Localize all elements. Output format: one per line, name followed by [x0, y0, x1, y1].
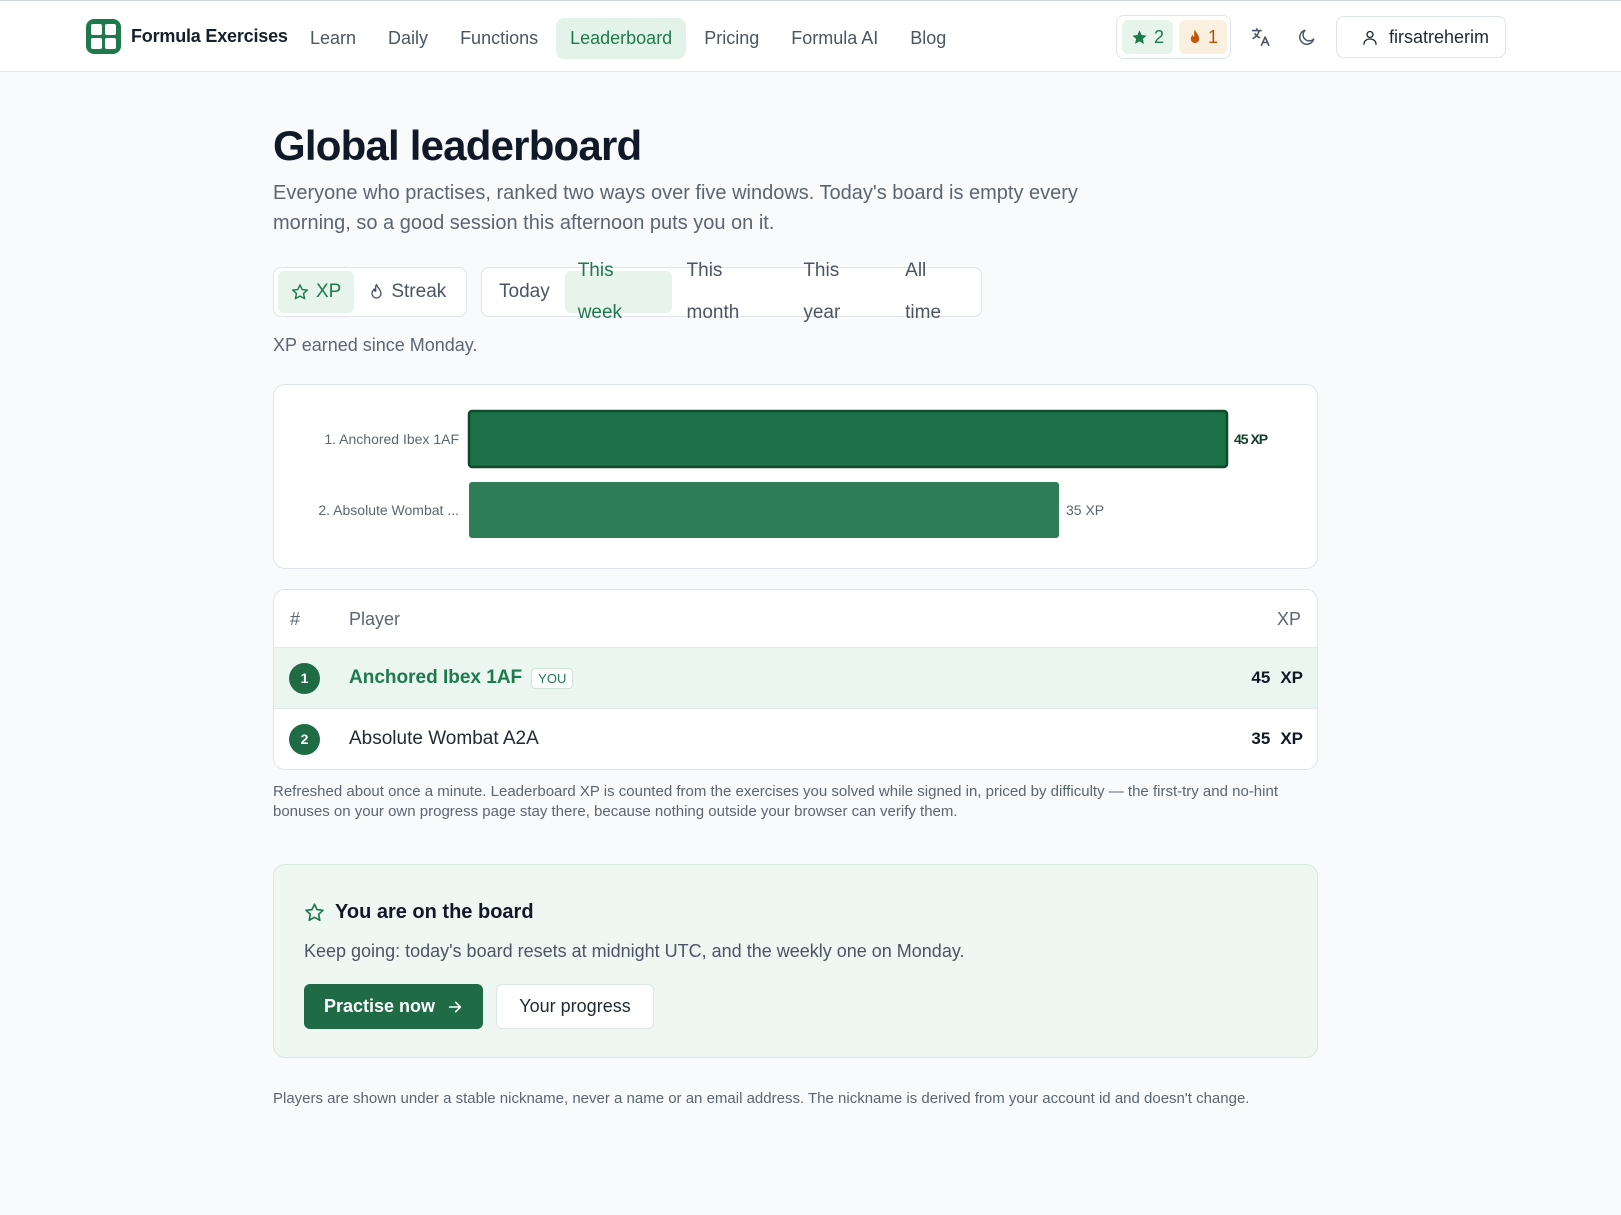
- flame-outline-icon: [371, 283, 383, 299]
- window-caption: XP earned since Monday.: [273, 335, 478, 355]
- tab-streak[interactable]: Streak: [356, 271, 459, 313]
- tab-xp[interactable]: XP: [278, 271, 355, 313]
- nav-leaderboard[interactable]: Leaderboard: [556, 18, 687, 59]
- xp-unit: XP: [1280, 729, 1303, 748]
- star-outline-icon: [305, 903, 324, 922]
- xp-count: 2: [1154, 26, 1165, 47]
- user-icon: [1363, 30, 1377, 45]
- player-name: Absolute Wombat A2A: [349, 728, 539, 749]
- leaderboard-table: # Player XP 1 Anchored Ibex 1AF YOU 45 X…: [273, 589, 1318, 770]
- user-menu-button[interactable]: firsatreherim: [1336, 16, 1506, 58]
- tab-this-month[interactable]: This month: [674, 260, 789, 323]
- header-rank: #: [290, 609, 301, 629]
- xp-cell: 45 XP: [1251, 668, 1303, 688]
- nav-blog[interactable]: Blog: [896, 18, 960, 59]
- tab-streak-label: Streak: [391, 281, 447, 302]
- tab-this-week[interactable]: This week: [564, 260, 672, 323]
- you-badge: YOU: [531, 667, 574, 689]
- practise-now-label: Practise now: [323, 996, 436, 1016]
- bar-value-label: 35 XP: [1066, 502, 1104, 518]
- xp-cell: 35 XP: [1251, 729, 1303, 749]
- rank-badge: 2: [289, 724, 320, 755]
- chart-bar: [469, 482, 1059, 538]
- arrow-right-icon: [448, 1001, 462, 1012]
- xp-value: 45: [1251, 668, 1271, 687]
- nav-functions[interactable]: Functions: [446, 18, 552, 59]
- grid-logo-icon: [86, 19, 121, 54]
- streak-stat: 1: [1179, 20, 1228, 54]
- tab-xp-label: XP: [316, 281, 342, 302]
- tab-all-time[interactable]: All time: [892, 260, 977, 323]
- brand-link[interactable]: Formula Exercises: [86, 19, 288, 54]
- user-stats[interactable]: 2 1: [1116, 15, 1231, 59]
- star-icon: [1132, 29, 1147, 44]
- table-row: 2 Absolute Wombat A2A 35 XP: [274, 709, 1317, 769]
- page-intro: Everyone who practises, ranked two ways …: [273, 182, 1078, 234]
- bar-value-label: 45 XP: [1234, 431, 1268, 447]
- theme-toggle-button[interactable]: [1291, 21, 1323, 53]
- tab-today[interactable]: Today: [486, 271, 563, 313]
- player-name: Anchored Ibex 1AF: [349, 667, 523, 688]
- top-navbar: Formula Exercises Learn Daily Functions …: [0, 0, 1621, 72]
- xp-value: 35: [1251, 729, 1271, 748]
- language-button[interactable]: [1245, 21, 1277, 53]
- leaderboard-chart: 1. Anchored Ibex 1AF 45 XP 2. Absolute Wom…: [273, 384, 1318, 569]
- rank-badge: 1: [289, 663, 320, 694]
- streak-count: 1: [1208, 26, 1219, 47]
- star-outline-icon: [292, 284, 308, 300]
- player-cell: Absolute Wombat A2A: [349, 728, 539, 750]
- nav-formula-ai[interactable]: Formula AI: [777, 18, 892, 59]
- table-row: 1 Anchored Ibex 1AF YOU 45 XP: [274, 648, 1317, 709]
- brand-name: Formula Exercises: [131, 26, 288, 46]
- board-card-title: You are on the board: [304, 901, 534, 924]
- xp-stat: 2: [1122, 20, 1174, 54]
- nav-pricing[interactable]: Pricing: [690, 18, 773, 59]
- player-cell: Anchored Ibex 1AF YOU: [349, 667, 574, 689]
- main-nav: Learn Daily Functions Leaderboard Pricin…: [296, 18, 960, 59]
- on-board-card: You are on the board Keep going: today's…: [273, 864, 1318, 1058]
- window-toggle: Today This week This month This year All…: [481, 260, 982, 323]
- tab-this-year[interactable]: This year: [790, 260, 890, 323]
- bar-chart: 1. Anchored Ibex 1AF 45 XP 2. Absolute Wom…: [318, 409, 1269, 538]
- table-header: # Player XP: [274, 590, 1317, 648]
- your-progress-button[interactable]: Your progress: [496, 984, 654, 1029]
- translate-icon: [1251, 27, 1270, 47]
- moon-icon: [1299, 29, 1315, 45]
- practise-now-button[interactable]: Practise now: [304, 984, 483, 1029]
- flame-icon: [1190, 29, 1200, 43]
- metric-toggle: XP Streak: [273, 267, 467, 317]
- username: firsatreherim: [1389, 26, 1490, 47]
- board-card-title-text: You are on the board: [335, 901, 534, 923]
- header-xp: XP: [1276, 609, 1301, 629]
- chart-bar: [467, 409, 1229, 469]
- nav-daily[interactable]: Daily: [374, 18, 442, 59]
- refresh-footnote: Refreshed about once a minute. Leaderboa…: [273, 783, 1278, 820]
- board-card-text: Keep going: today's board resets at midn…: [304, 941, 965, 961]
- nav-learn[interactable]: Learn: [296, 18, 370, 59]
- page-title: Global leaderboard: [273, 122, 642, 169]
- bar-category-label: 1. Anchored Ibex 1AF: [324, 431, 459, 447]
- xp-unit: XP: [1280, 668, 1303, 687]
- privacy-note: Players are shown under a stable nicknam…: [273, 1090, 1250, 1107]
- header-player: Player: [349, 609, 401, 629]
- bar-category-label: 2. Absolute Wombat ...: [318, 502, 459, 518]
